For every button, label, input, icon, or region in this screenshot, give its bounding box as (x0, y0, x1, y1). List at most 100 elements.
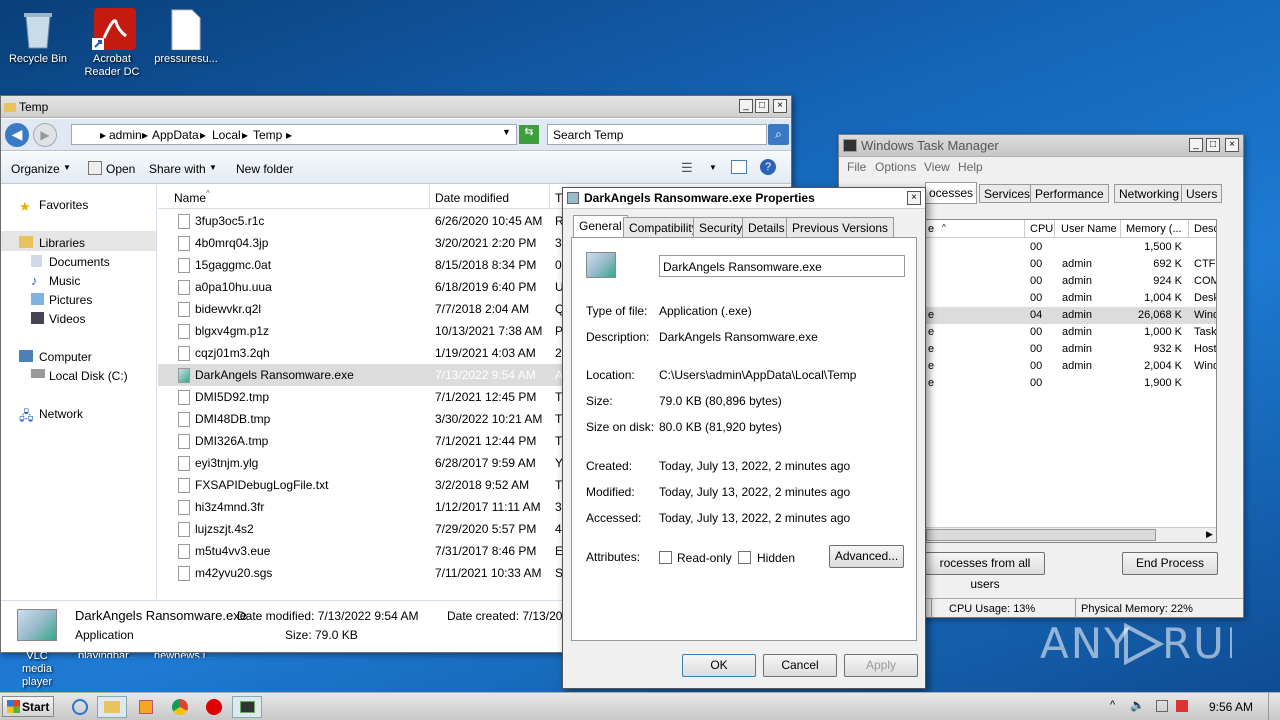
menu-view[interactable]: View (924, 160, 950, 174)
readonly-label[interactable]: Read-only (677, 551, 732, 565)
hidden-label[interactable]: Hidden (757, 551, 795, 565)
address-bar[interactable]: ▸ admin ▸ AppData ▸ Local ▸ Temp ▸ ▼ (71, 124, 517, 145)
chrome-icon[interactable] (172, 699, 188, 715)
share-with-button[interactable]: Share with (149, 162, 206, 176)
process-row[interactable]: 00 1,500 K (926, 239, 1216, 256)
column-memory[interactable]: Memory (... (1126, 223, 1182, 235)
horizontal-scrollbar[interactable]: ▶ (926, 527, 1216, 542)
column-divider[interactable] (429, 185, 430, 209)
network-tray-icon[interactable] (1156, 700, 1168, 712)
start-button[interactable]: Start (2, 696, 54, 717)
process-row[interactable]: e 00 admin 1,000 K Task (926, 324, 1216, 341)
view-icon[interactable]: ☰ (681, 160, 693, 176)
process-row[interactable]: 00 admin 924 K COM (926, 273, 1216, 290)
column-description[interactable]: Desc (1194, 223, 1216, 235)
scroll-right-icon[interactable]: ▶ (1206, 529, 1213, 540)
menu-help[interactable]: Help (958, 160, 983, 174)
process-row[interactable]: 00 admin 692 K CTF l (926, 256, 1216, 273)
column-user-name[interactable]: User Name (1061, 223, 1117, 235)
tab-networking[interactable]: Networking (1114, 184, 1185, 203)
internet-explorer-icon[interactable] (72, 699, 88, 715)
column-divider[interactable] (1054, 220, 1055, 238)
nav-network[interactable]: Network (39, 407, 83, 421)
scrollbar-thumb[interactable] (926, 529, 1156, 541)
explorer-titlebar[interactable]: Temp _ □ × (1, 96, 791, 118)
process-row[interactable]: e 04 admin 26,068 K Wind (926, 307, 1216, 324)
hidden-checkbox[interactable] (738, 551, 751, 564)
column-date-modified[interactable]: Date modified (435, 191, 509, 205)
search-icon[interactable]: ⌕ (768, 124, 789, 145)
ok-button[interactable]: OK (682, 654, 756, 677)
show-desktop-button[interactable] (1268, 693, 1280, 720)
nav-videos[interactable]: Videos (49, 312, 85, 326)
maximize-button[interactable]: □ (755, 99, 769, 113)
menu-file[interactable]: File (847, 160, 866, 174)
desktop-icon-label[interactable]: VLC media player (12, 650, 62, 689)
column-divider[interactable] (549, 185, 550, 209)
process-row[interactable]: 00 admin 1,004 K Desk (926, 290, 1216, 307)
desktop-icon-label[interactable]: newnews.j... (154, 650, 215, 658)
minimize-button[interactable]: _ (739, 99, 753, 113)
column-divider[interactable] (1188, 220, 1189, 238)
desktop-icon-pressure[interactable]: pressuresu... (148, 8, 224, 66)
end-process-button[interactable]: End Process (1122, 552, 1218, 575)
column-image-name[interactable]: e (928, 223, 934, 235)
chevron-down-icon[interactable]: ▼ (502, 127, 511, 137)
new-folder-button[interactable]: New folder (236, 162, 293, 176)
advanced-button[interactable]: Advanced... (829, 545, 904, 568)
nav-music[interactable]: Music (49, 274, 80, 288)
search-input[interactable]: Search Temp (547, 124, 767, 145)
column-cpu[interactable]: CPU (1030, 223, 1053, 235)
column-name[interactable]: Name (174, 191, 206, 205)
organize-button[interactable]: Organize (11, 162, 60, 176)
desktop-icon-label[interactable]: playingbar... (78, 650, 137, 658)
open-button[interactable]: Open (106, 162, 135, 176)
nav-pictures[interactable]: Pictures (49, 293, 92, 307)
breadcrumb-item[interactable]: admin (109, 128, 142, 142)
column-divider[interactable] (1024, 220, 1025, 238)
media-player-icon[interactable] (139, 700, 153, 714)
help-icon[interactable]: ? (760, 159, 776, 175)
action-center-icon[interactable] (1176, 700, 1188, 712)
tab-users[interactable]: Users (1181, 184, 1223, 203)
clock[interactable]: 9:56 AM (1209, 700, 1253, 714)
desktop-icon-recycle-bin[interactable]: Recycle Bin (0, 8, 76, 66)
menu-options[interactable]: Options (875, 160, 916, 174)
breadcrumb-item[interactable]: Local (212, 128, 241, 142)
tab-details[interactable]: Details (742, 217, 791, 237)
close-button[interactable]: × (1225, 138, 1239, 152)
process-row[interactable]: e 00 1,900 K (926, 375, 1216, 392)
show-all-processes-button[interactable]: rocesses from all users (925, 552, 1045, 591)
process-row[interactable]: e 00 admin 932 K Host (926, 341, 1216, 358)
dialog-titlebar[interactable]: DarkAngels Ransomware.exe Properties × (563, 188, 925, 209)
close-button[interactable]: × (773, 99, 787, 113)
task-manager-titlebar[interactable]: Windows Task Manager _ □ × (839, 135, 1243, 157)
maximize-button[interactable]: □ (1206, 138, 1220, 152)
breadcrumb-item[interactable]: Temp (253, 128, 282, 142)
readonly-checkbox[interactable] (659, 551, 672, 564)
nav-local-disk[interactable]: Local Disk (C:) (49, 369, 128, 383)
tab-security[interactable]: Security (693, 217, 749, 237)
tab-previous-versions[interactable]: Previous Versions (786, 217, 895, 237)
nav-favorites[interactable]: Favorites (39, 198, 88, 212)
minimize-button[interactable]: _ (1189, 138, 1203, 152)
close-button[interactable]: × (907, 191, 921, 205)
tray-expand-icon[interactable]: ^ (1110, 699, 1115, 711)
nav-computer[interactable]: Computer (39, 350, 92, 364)
forward-button[interactable]: ▶ (33, 123, 57, 147)
desktop-icon-acrobat[interactable]: Acrobat Reader DC (74, 8, 150, 79)
nav-documents[interactable]: Documents (49, 255, 110, 269)
preview-pane-icon[interactable] (731, 160, 747, 174)
cancel-button[interactable]: Cancel (763, 654, 837, 677)
refresh-button[interactable]: ⇆ (519, 125, 539, 144)
volume-icon[interactable]: 🔈 (1130, 698, 1145, 712)
tab-services[interactable]: Services (979, 184, 1036, 203)
filename-input[interactable]: DarkAngels Ransomware.exe (659, 255, 905, 277)
tab-general[interactable]: General (573, 215, 628, 238)
tab-processes[interactable]: ocesses (925, 182, 978, 204)
chevron-down-icon[interactable]: ▼ (709, 163, 717, 172)
column-divider[interactable] (1120, 220, 1121, 238)
opera-icon[interactable] (206, 699, 222, 715)
tab-compatibility[interactable]: Compatibility (623, 217, 704, 237)
back-button[interactable]: ◀ (5, 123, 29, 147)
